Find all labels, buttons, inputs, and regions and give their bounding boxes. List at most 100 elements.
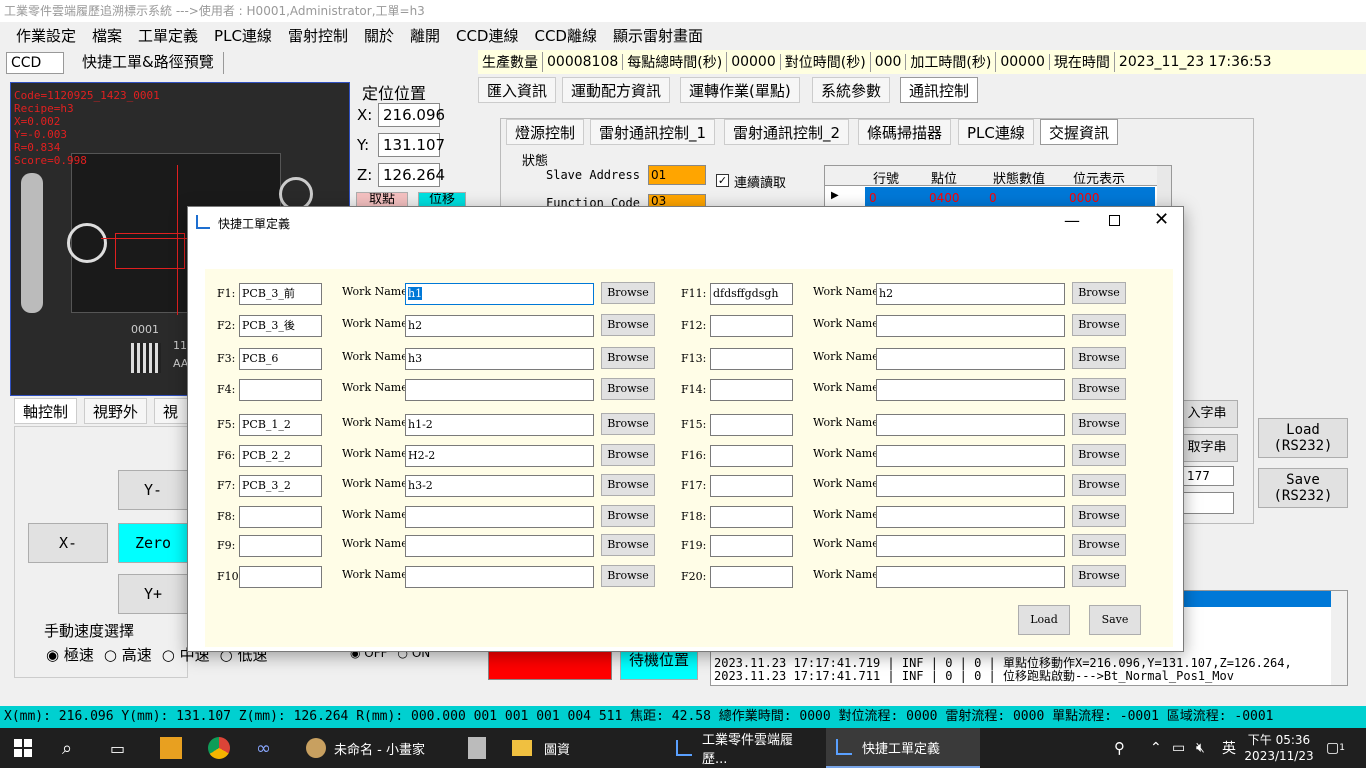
tray-chevron-icon[interactable]: ⌃ [1150,728,1162,768]
ccd-tab[interactable]: CCD [6,52,64,74]
f13-name-field[interactable] [710,348,793,370]
tab-light-control[interactable]: 燈源控制 [506,119,585,145]
zero-button[interactable]: Zero [118,523,188,563]
f13-work-name-field[interactable] [876,348,1065,370]
grid-scrollbar[interactable] [1157,166,1171,208]
quick-order-tab[interactable]: 快捷工單&路徑預覽 [76,52,224,74]
tab-comm-control[interactable]: 通訊控制 [900,77,979,103]
slave-address-field[interactable]: 01 [648,165,706,185]
start-button[interactable] [14,728,34,768]
f14-name-field[interactable] [710,379,793,401]
loop-app-icon[interactable]: ∞ [256,728,271,768]
f11-browse-button[interactable]: Browse [1072,282,1126,304]
f11-name-field[interactable]: dfdsffgdsgh [710,283,793,305]
f10-work-name-field[interactable] [405,566,594,588]
f9-name-field[interactable] [239,535,322,557]
f18-work-name-field[interactable] [876,506,1065,528]
f8-name-field[interactable] [239,506,322,528]
tab-motion-recipe[interactable]: 運動配方資訊 [562,77,671,103]
dialog-load-button[interactable]: Load [1018,605,1070,635]
tab-system-params[interactable]: 系統參數 [812,77,891,103]
f2-name-field[interactable]: PCB_3_後 [239,315,322,337]
f8-work-name-field[interactable] [405,506,594,528]
load-rs232-button[interactable]: Load (RS232) [1258,418,1348,458]
taskbar-folder[interactable]: 圖資 [512,728,652,768]
y-minus-button[interactable]: Y- [118,470,188,510]
x-position-field[interactable]: 216.096 [378,103,445,127]
close-icon[interactable]: ✕ [1154,209,1169,230]
task-view-icon[interactable]: ▭ [110,728,125,768]
menu-item-laser-control[interactable]: 雷射控制 [280,25,356,46]
search-icon[interactable]: ⌕ [62,728,72,768]
f1-browse-button[interactable]: Browse [601,282,655,304]
app-icon-1[interactable] [160,728,182,768]
f16-browse-button[interactable]: Browse [1072,444,1126,466]
tab-axis-control[interactable]: 軸控制 [14,398,78,424]
tab-import-info[interactable]: 匯入資訊 [478,77,557,103]
f8-browse-button[interactable]: Browse [601,505,655,527]
z-position-field[interactable]: 126.264 [378,163,445,187]
log-scrollbar[interactable] [1331,591,1347,685]
f19-name-field[interactable] [710,535,793,557]
f4-name-field[interactable] [239,379,322,401]
data-grid[interactable]: 行號 點位 狀態數值 位元表示 ▶ 0 0400 0 0000 [824,165,1172,209]
f12-work-name-field[interactable] [876,315,1065,337]
f4-browse-button[interactable]: Browse [601,378,655,400]
menu-item-about[interactable]: 關於 [356,25,402,46]
f16-work-name-field[interactable] [876,445,1065,467]
tab-run-single[interactable]: 運轉作業(單點) [680,77,800,103]
f2-work-name-field[interactable]: h2 [405,315,594,337]
speed-high-radio[interactable]: ○ 高速 [104,644,152,665]
f4-work-name-field[interactable] [405,379,594,401]
network-icon[interactable]: ▭ [1172,728,1185,768]
f9-work-name-field[interactable] [405,535,594,557]
dialog-save-button[interactable]: Save [1089,605,1141,635]
tab-handshake-info[interactable]: 交握資訊 [1040,119,1119,145]
f15-browse-button[interactable]: Browse [1072,413,1126,435]
f19-browse-button[interactable]: Browse [1072,534,1126,556]
f3-name-field[interactable]: PCB_6 [239,348,322,370]
f5-name-field[interactable]: PCB_1_2 [239,414,322,436]
save-rs232-button[interactable]: Save (RS232) [1258,468,1348,508]
taskbar-quick-order[interactable]: 快捷工單定義 [826,728,980,768]
f5-browse-button[interactable]: Browse [601,413,655,435]
f17-work-name-field[interactable] [876,475,1065,497]
menu-item-ccd-connect[interactable]: CCD連線 [448,25,527,46]
f6-browse-button[interactable]: Browse [601,444,655,466]
notification-icon[interactable]: ▢ 1 [1326,728,1345,768]
tab-plc-connect[interactable]: PLC連線 [958,119,1034,145]
f11-work-name-field[interactable]: h2 [876,283,1065,305]
read-string-button[interactable]: 取字串 [1176,434,1238,462]
y-position-field[interactable]: 131.107 [378,133,445,157]
string-value-field[interactable]: 177 [1182,466,1234,486]
menu-item-job-settings[interactable]: 作業設定 [8,25,84,46]
tab-out-of-view[interactable]: 視野外 [84,398,148,424]
menu-item-plc-connect[interactable]: PLC連線 [206,25,280,46]
chrome-icon[interactable] [208,728,230,768]
f3-browse-button[interactable]: Browse [601,347,655,369]
menu-item-ccd-disconnect[interactable]: CCD離線 [526,25,605,46]
f17-name-field[interactable] [710,475,793,497]
f14-work-name-field[interactable] [876,379,1065,401]
f17-browse-button[interactable]: Browse [1072,474,1126,496]
f7-browse-button[interactable]: Browse [601,474,655,496]
x-minus-button[interactable]: X- [28,523,108,563]
f20-browse-button[interactable]: Browse [1072,565,1126,587]
dialog-titlebar[interactable]: 快捷工單定義 — ✕ [188,207,1183,239]
menu-item-file[interactable]: 檔案 [84,25,130,46]
maximize-icon[interactable] [1109,215,1120,226]
f19-work-name-field[interactable] [876,535,1065,557]
f14-browse-button[interactable]: Browse [1072,378,1126,400]
f2-browse-button[interactable]: Browse [601,314,655,336]
f5-work-name-field[interactable]: h1-2 [405,414,594,436]
f20-name-field[interactable] [710,566,793,588]
f9-browse-button[interactable]: Browse [601,534,655,556]
tab-laser-comm-2[interactable]: 雷射通訊控制_2 [724,119,850,145]
f18-name-field[interactable] [710,506,793,528]
f3-work-name-field[interactable]: h3 [405,348,594,370]
tab-laser-comm-1[interactable]: 雷射通訊控制_1 [590,119,716,145]
f10-name-field[interactable] [239,566,322,588]
tab-barcode-scanner[interactable]: 條碼掃描器 [858,119,952,145]
taskbar-app-main[interactable]: 工業零件雲端履歷... [668,728,818,768]
f16-name-field[interactable] [710,445,793,467]
